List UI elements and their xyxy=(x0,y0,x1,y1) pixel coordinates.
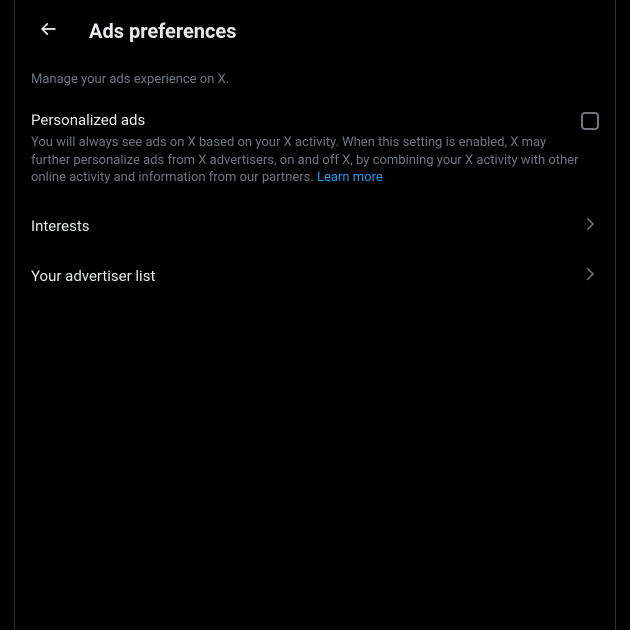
back-button[interactable] xyxy=(31,14,65,48)
chevron-right-icon xyxy=(581,265,599,287)
setting-row: Personalized ads xyxy=(31,111,599,130)
chevron-right-icon xyxy=(581,215,599,237)
page-title: Ads preferences xyxy=(89,19,237,43)
description-text: You will always see ads on X based on yo… xyxy=(31,135,578,185)
interests-label: Interests xyxy=(31,217,90,235)
personalized-ads-checkbox[interactable] xyxy=(581,112,599,130)
personalized-ads-title: Personalized ads xyxy=(31,111,145,129)
personalized-ads-setting: Personalized ads You will always see ads… xyxy=(15,103,615,201)
page-subtitle: Manage your ads experience on X. xyxy=(15,60,615,103)
interests-row[interactable]: Interests xyxy=(15,201,615,251)
advertiser-list-row[interactable]: Your advertiser list xyxy=(15,251,615,301)
arrow-left-icon xyxy=(38,19,58,43)
advertiser-list-label: Your advertiser list xyxy=(31,267,155,285)
header: Ads preferences xyxy=(15,4,615,60)
settings-panel: Ads preferences Manage your ads experien… xyxy=(14,0,616,630)
learn-more-link[interactable]: Learn more xyxy=(317,170,383,185)
personalized-ads-description: You will always see ads on X based on yo… xyxy=(31,134,599,187)
